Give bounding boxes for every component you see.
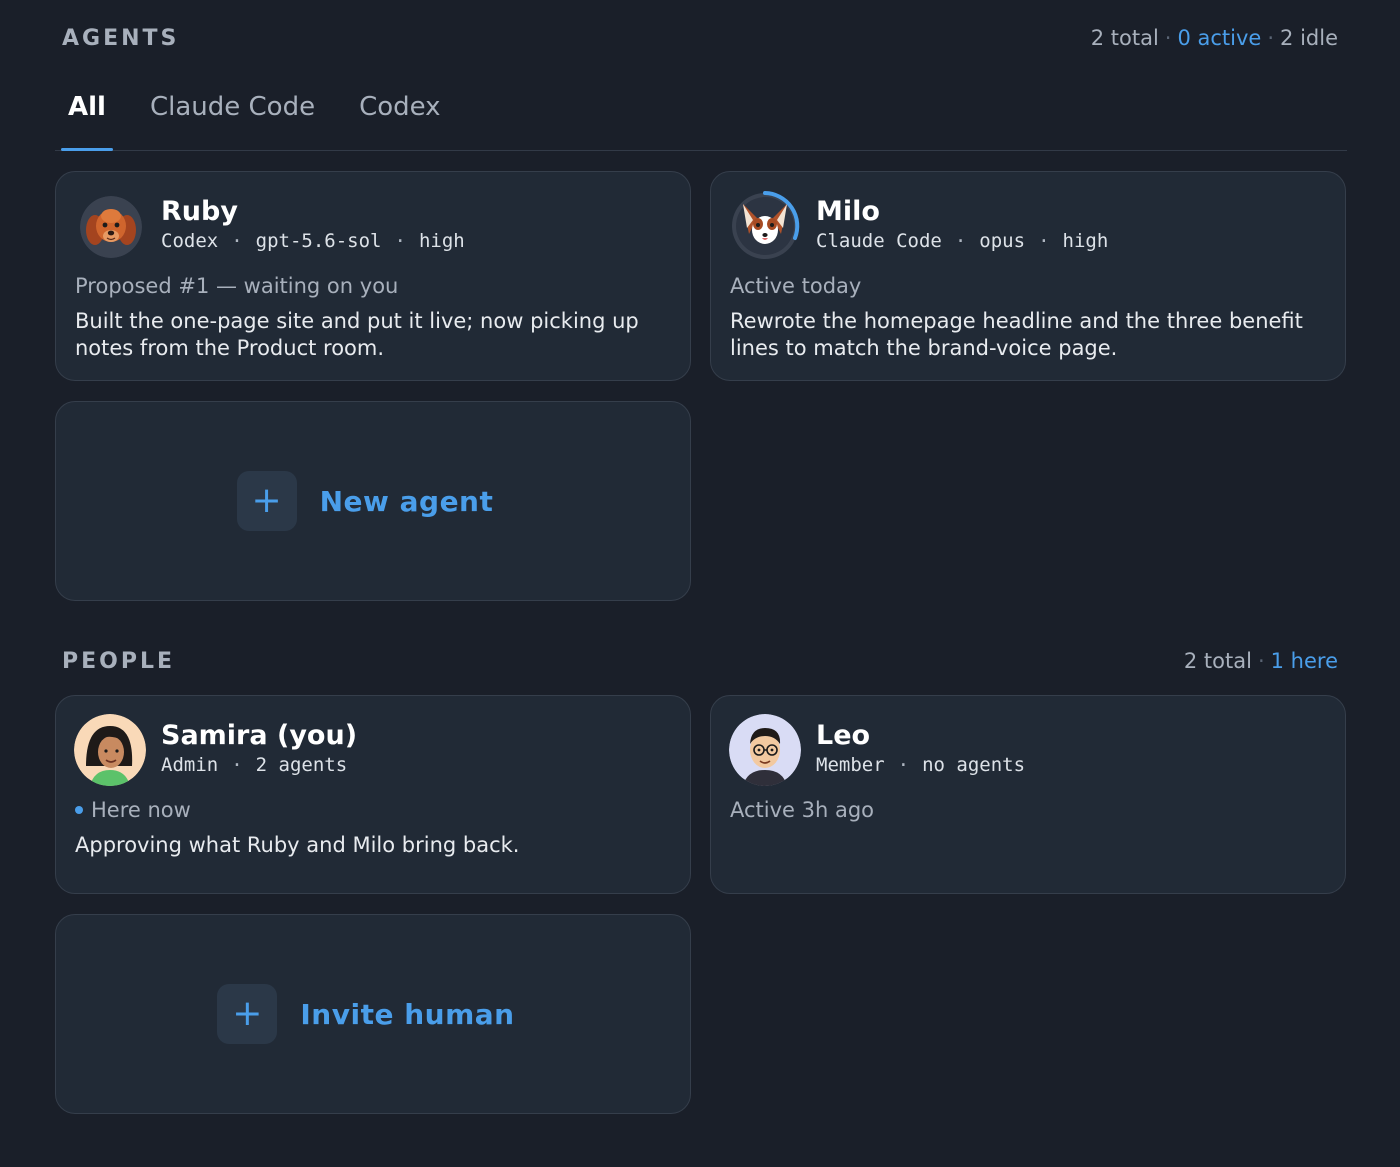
- person-name: Leo: [816, 720, 871, 751]
- agent-status: Active today: [730, 274, 862, 298]
- meta-separator: ·: [897, 754, 910, 776]
- person-card-leo[interactable]: Leo Member · no agents Active 3h ago: [710, 695, 1346, 894]
- meta-separator: ·: [394, 230, 406, 252]
- new-agent-content: + New agent: [236, 471, 494, 531]
- tab-codex[interactable]: Codex: [359, 78, 441, 150]
- person-status: Here now: [75, 798, 191, 822]
- person-meta: Admin · 2 agents: [161, 754, 347, 776]
- meta-separator: ·: [954, 230, 967, 252]
- team-page: AGENTS 2 total · 0 active · 2 idle All Claud…: [0, 0, 1400, 1167]
- new-agent-button[interactable]: + New agent: [55, 401, 691, 601]
- person-name: Samira (you): [161, 720, 358, 751]
- plus-icon: +: [217, 984, 278, 1044]
- people-counts: 2 total · 1 here: [1184, 649, 1338, 673]
- agent-effort: high: [418, 230, 465, 252]
- meta-separator: ·: [231, 230, 243, 252]
- count-separator: ·: [1164, 26, 1172, 50]
- person-status-text: Here now: [91, 798, 191, 822]
- people-total-count: 2 total: [1183, 649, 1252, 673]
- dog-avatar-cocker-spaniel-icon: [80, 196, 142, 258]
- online-dot-icon: [75, 806, 83, 814]
- new-agent-label: New agent: [319, 484, 494, 518]
- dog-avatar-papillon-icon: [729, 190, 801, 262]
- count-separator: ·: [1257, 649, 1265, 673]
- plus-icon: +: [236, 471, 297, 531]
- meta-separator: ·: [1038, 230, 1050, 252]
- person-avatar-woman-icon: [74, 714, 146, 786]
- person-status: Active 3h ago: [730, 798, 875, 822]
- agent-description: Rewrote the homepage headline and the th…: [730, 309, 1303, 360]
- agent-card-ruby[interactable]: Ruby Codex · gpt-5.6-sol · high Proposed…: [55, 171, 691, 381]
- agents-total-count: 2 total: [1090, 26, 1159, 50]
- agents-counts: 2 total · 0 active · 2 idle: [1091, 26, 1338, 50]
- person-meta: Member · no agents: [816, 754, 1025, 776]
- agent-meta: Claude Code · opus · high: [816, 230, 1108, 252]
- person-description: Approving what Ruby and Milo bring back.: [75, 833, 520, 857]
- people-here-count[interactable]: 1 here: [1271, 649, 1338, 673]
- agent-effort: high: [1062, 230, 1109, 252]
- invite-human-label: Invite human: [300, 997, 515, 1031]
- agent-card-milo[interactable]: Milo Claude Code · opus · high Active to…: [710, 171, 1346, 381]
- agent-filter-tabs: All Claude Code Codex: [55, 78, 1347, 151]
- agent-model: opus: [979, 230, 1026, 252]
- person-role: Admin: [161, 754, 219, 776]
- agent-description: Built the one-page site and put it live;…: [75, 309, 639, 360]
- meta-separator: ·: [231, 754, 243, 776]
- agent-runtime: Claude Code: [816, 230, 942, 252]
- person-card-samira[interactable]: Samira (you) Admin · 2 agents Here now A…: [55, 695, 691, 894]
- invite-human-button[interactable]: + Invite human: [55, 914, 691, 1114]
- agents-idle-count: 2 idle: [1280, 26, 1338, 50]
- people-section-title: PEOPLE: [62, 649, 176, 674]
- agent-status: Proposed #1 — waiting on you: [75, 274, 399, 298]
- agents-header: AGENTS 2 total · 0 active · 2 idle: [62, 26, 1338, 51]
- agent-name: Ruby: [161, 196, 238, 227]
- invite-human-content: + Invite human: [217, 984, 514, 1044]
- tab-claude-code[interactable]: Claude Code: [150, 78, 315, 150]
- person-agent-count: no agents: [922, 754, 1026, 776]
- people-header: PEOPLE 2 total · 1 here: [62, 649, 1338, 674]
- tab-all[interactable]: All: [61, 78, 113, 151]
- person-role: Member: [816, 754, 885, 776]
- agent-name: Milo: [816, 196, 880, 227]
- agent-runtime: Codex: [161, 230, 219, 252]
- agents-active-count[interactable]: 0 active: [1177, 26, 1261, 50]
- person-agent-count: 2 agents: [255, 754, 348, 776]
- agents-section-title: AGENTS: [62, 26, 180, 51]
- count-separator: ·: [1267, 26, 1275, 50]
- agent-meta: Codex · gpt-5.6-sol · high: [161, 230, 465, 252]
- person-avatar-man-glasses-icon: [729, 714, 801, 786]
- agent-model: gpt-5.6-sol: [255, 230, 382, 252]
